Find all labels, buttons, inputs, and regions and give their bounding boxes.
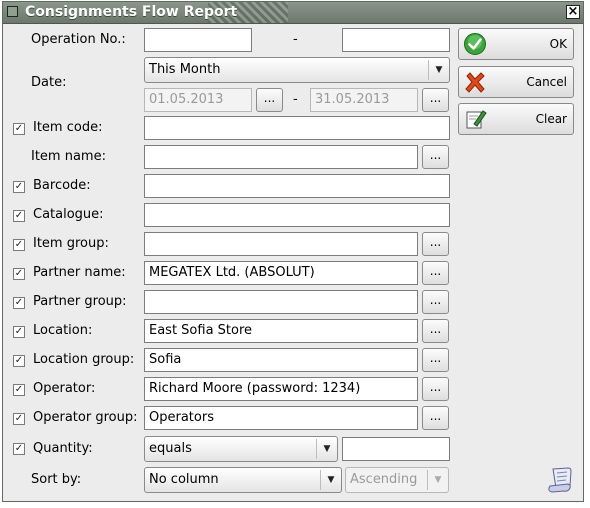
location-group-browse-button[interactable]: ... — [422, 348, 449, 372]
quantity-value-input[interactable] — [342, 437, 450, 461]
location-group-input[interactable]: Sofia — [144, 348, 418, 372]
operator-group-label: Operator group: — [33, 410, 138, 425]
item-group-browse-button[interactable]: ... — [422, 232, 449, 256]
close-button[interactable]: × — [566, 5, 580, 19]
sort-order-select: Ascending ▼ — [345, 467, 449, 493]
operator-browse-button[interactable]: ... — [422, 377, 449, 401]
partner-name-checkbox[interactable]: ✓ — [13, 268, 25, 280]
date-from-input: 01.05.2013 — [144, 88, 252, 112]
item-name-label: Item name: — [31, 149, 106, 164]
barcode-input[interactable] — [144, 174, 450, 198]
location-checkbox[interactable]: ✓ — [13, 326, 25, 338]
catalogue-label: Catalogue: — [33, 207, 104, 222]
location-group-label: Location group: — [33, 352, 135, 367]
operation-to-input[interactable] — [342, 28, 450, 52]
location-group-checkbox[interactable]: ✓ — [13, 355, 25, 367]
cancel-button-label: Cancel — [526, 75, 567, 89]
clear-button[interactable]: Clear — [458, 103, 574, 135]
operator-input[interactable]: Richard Moore (password: 1234) — [144, 377, 418, 401]
item-code-label: Item code: — [33, 120, 103, 135]
item-name-browse-button[interactable]: ... — [422, 145, 449, 169]
title-bar[interactable]: Consignments Flow Report × — [3, 2, 583, 24]
date-label: Date: — [31, 75, 67, 90]
operator-checkbox[interactable]: ✓ — [13, 384, 25, 396]
operator-label: Operator: — [33, 381, 96, 396]
quantity-checkbox[interactable]: ✓ — [13, 443, 25, 455]
triangle-down-icon: ▼ — [427, 470, 448, 490]
item-code-checkbox[interactable]: ✓ — [13, 123, 25, 135]
location-label: Location: — [33, 323, 93, 338]
sort-order-value: Ascending — [350, 472, 418, 487]
item-group-label: Item group: — [33, 236, 109, 251]
sort-column-value: No column — [149, 472, 219, 487]
location-browse-button[interactable]: ... — [422, 319, 449, 343]
item-code-input[interactable] — [144, 116, 450, 140]
partner-group-input[interactable] — [144, 290, 418, 314]
operator-group-browse-button[interactable]: ... — [422, 406, 449, 430]
item-group-input[interactable] — [144, 232, 418, 256]
partner-name-input[interactable]: MEGATEX Ltd. (ABSOLUT) — [144, 261, 418, 285]
item-name-input[interactable] — [144, 145, 418, 169]
partner-name-browse-button[interactable]: ... — [422, 261, 449, 285]
catalogue-input[interactable] — [144, 203, 450, 227]
operator-group-input[interactable]: Operators — [144, 406, 418, 430]
item-group-checkbox[interactable]: ✓ — [13, 239, 25, 251]
operation-range-dash: - — [293, 32, 298, 47]
quantity-condition-select[interactable]: equals ▼ — [144, 436, 338, 462]
check-circle-icon — [464, 33, 486, 55]
triangle-down-icon: ▼ — [320, 470, 341, 490]
ok-button[interactable]: OK — [458, 28, 574, 60]
date-to-input: 31.05.2013 — [310, 88, 418, 112]
location-input[interactable]: East Sofia Store — [144, 319, 418, 343]
partner-name-label: Partner name: — [33, 265, 126, 280]
barcode-label: Barcode: — [33, 178, 91, 193]
ok-button-label: OK — [549, 37, 567, 51]
barcode-checkbox[interactable]: ✓ — [13, 181, 25, 193]
date-period-select[interactable]: This Month ▼ — [144, 57, 450, 83]
triangle-down-icon: ▼ — [428, 60, 449, 80]
cancel-button[interactable]: Cancel — [458, 66, 574, 98]
sort-column-select[interactable]: No column ▼ — [144, 467, 342, 493]
catalogue-checkbox[interactable]: ✓ — [13, 210, 25, 222]
operator-group-checkbox[interactable]: ✓ — [13, 413, 25, 425]
scroll-paper-icon — [548, 467, 572, 493]
triangle-down-icon: ▼ — [316, 439, 337, 459]
clear-button-label: Clear — [535, 112, 567, 126]
date-period-value: This Month — [149, 62, 221, 77]
quantity-condition-value: equals — [149, 441, 192, 456]
quantity-label: Quantity: — [33, 441, 93, 456]
date-range-dash: - — [293, 92, 298, 107]
partner-group-label: Partner group: — [33, 294, 127, 309]
red-x-icon — [465, 72, 485, 93]
date-from-browse-button[interactable]: ... — [256, 88, 283, 112]
date-to-browse-button[interactable]: ... — [422, 88, 449, 112]
window-menu-icon[interactable] — [7, 6, 18, 17]
report-dialog: Consignments Flow Report × Operation No.… — [2, 1, 584, 502]
partner-group-checkbox[interactable]: ✓ — [13, 297, 25, 309]
partner-group-browse-button[interactable]: ... — [422, 290, 449, 314]
operation-no-label: Operation No.: — [31, 32, 126, 47]
operation-from-input[interactable] — [144, 28, 252, 52]
eraser-note-icon — [466, 110, 487, 129]
sort-by-label: Sort by: — [31, 472, 82, 487]
window-title: Consignments Flow Report — [25, 4, 238, 20]
